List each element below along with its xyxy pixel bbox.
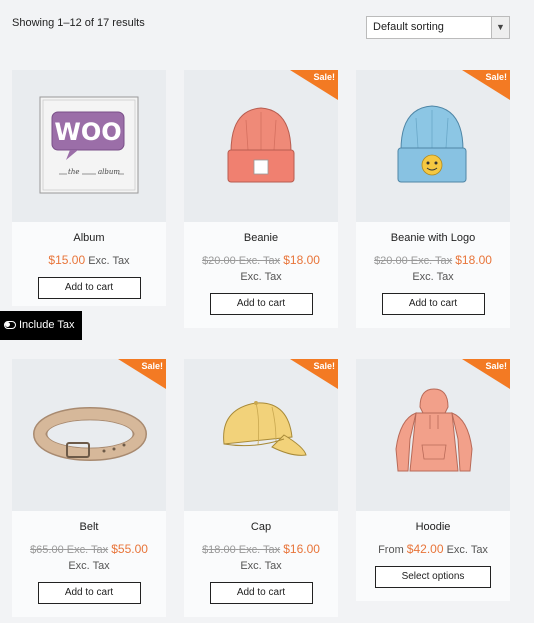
- chevron-down-icon[interactable]: ▼: [491, 17, 509, 38]
- sorting-selected-value: Default sorting: [373, 21, 444, 33]
- price-suffix: Exc. Tax: [240, 560, 282, 572]
- price-suffix: Exc. Tax: [88, 255, 130, 267]
- add-to-cart-button[interactable]: Add to cart: [209, 582, 313, 604]
- price-suffix: Exc. Tax: [240, 271, 282, 283]
- sorting-select[interactable]: Default sorting ▼: [366, 16, 510, 39]
- select-options-button[interactable]: Select options: [375, 566, 491, 588]
- product-image-beanie-with-logo[interactable]: Sale!: [356, 70, 510, 222]
- price-amount: $42.00: [406, 542, 444, 556]
- include-tax-label: Include Tax: [19, 319, 75, 331]
- results-count: Showing 1–12 of 17 results: [12, 17, 145, 29]
- price-amount: $15.00: [48, 253, 86, 267]
- product-name[interactable]: Belt: [12, 521, 166, 533]
- price-original: $18.00 Exc. Tax: [202, 544, 281, 556]
- product-image-album[interactable]: WOO the album: [12, 70, 166, 222]
- product-image-beanie[interactable]: Sale!: [184, 70, 338, 222]
- add-to-cart-button[interactable]: Add to cart: [37, 277, 141, 299]
- toggle-icon: [4, 321, 16, 329]
- price-original: $20.00 Exc. Tax: [202, 255, 281, 267]
- price-suffix: Exc. Tax: [412, 271, 454, 283]
- sale-badge: Sale!: [118, 359, 166, 389]
- product-card-hoodie: Sale! Hoodie From $42.00 Exc. Tax Select…: [356, 359, 510, 601]
- product-image-hoodie[interactable]: Sale!: [356, 359, 510, 511]
- product-card-beanie-with-logo: Sale! Beanie with Logo $20.00 Exc. Tax $…: [356, 70, 510, 328]
- price-original: $65.00 Exc. Tax: [30, 544, 109, 556]
- include-tax-toggle[interactable]: Include Tax: [0, 311, 82, 340]
- sale-badge: Sale!: [290, 70, 338, 100]
- product-price: $20.00 Exc. Tax $18.00 Exc. Tax: [356, 252, 510, 285]
- product-price: $65.00 Exc. Tax $55.00 Exc. Tax: [12, 541, 166, 574]
- sale-badge: Sale!: [290, 359, 338, 389]
- album-caption-right: album: [98, 168, 120, 176]
- product-card-album: WOO the album Album $15.00 Exc. Tax Add …: [12, 70, 166, 306]
- product-name[interactable]: Cap: [184, 521, 338, 533]
- product-card-cap: Sale! Cap $18.00 Exc. Tax $16.00 Exc. Ta…: [184, 359, 338, 617]
- product-name[interactable]: Album: [12, 232, 166, 244]
- price-sale: $16.00: [283, 542, 320, 556]
- price-prefix: From: [378, 544, 404, 556]
- price-sale: $18.00: [455, 253, 492, 267]
- price-suffix: Exc. Tax: [68, 560, 110, 572]
- album-image: WOO the album: [39, 96, 139, 194]
- product-card-belt: Sale! Belt $65.00 Exc. Tax $55.00 Exc. T…: [12, 359, 166, 617]
- product-image-belt[interactable]: Sale!: [12, 359, 166, 511]
- add-to-cart-button[interactable]: Add to cart: [37, 582, 141, 604]
- product-name[interactable]: Hoodie: [356, 521, 510, 533]
- add-to-cart-button[interactable]: Add to cart: [381, 293, 485, 315]
- album-caption-left: the: [68, 168, 79, 176]
- product-name[interactable]: Beanie with Logo: [356, 232, 510, 244]
- price-suffix: Exc. Tax: [446, 544, 488, 556]
- album-logo-text: WOO: [54, 118, 121, 146]
- price-original: $20.00 Exc. Tax: [374, 255, 453, 267]
- sale-badge: Sale!: [462, 70, 510, 100]
- product-image-cap[interactable]: Sale!: [184, 359, 338, 511]
- sale-badge: Sale!: [462, 359, 510, 389]
- price-sale: $55.00: [111, 542, 148, 556]
- product-name[interactable]: Beanie: [184, 232, 338, 244]
- price-sale: $18.00: [283, 253, 320, 267]
- add-to-cart-button[interactable]: Add to cart: [209, 293, 313, 315]
- product-price: $15.00 Exc. Tax: [12, 252, 166, 269]
- product-price: $18.00 Exc. Tax $16.00 Exc. Tax: [184, 541, 338, 574]
- product-card-beanie: Sale! Beanie $20.00 Exc. Tax $18.00 Exc.…: [184, 70, 338, 328]
- product-price: From $42.00 Exc. Tax: [356, 541, 510, 558]
- product-price: $20.00 Exc. Tax $18.00 Exc. Tax: [184, 252, 338, 285]
